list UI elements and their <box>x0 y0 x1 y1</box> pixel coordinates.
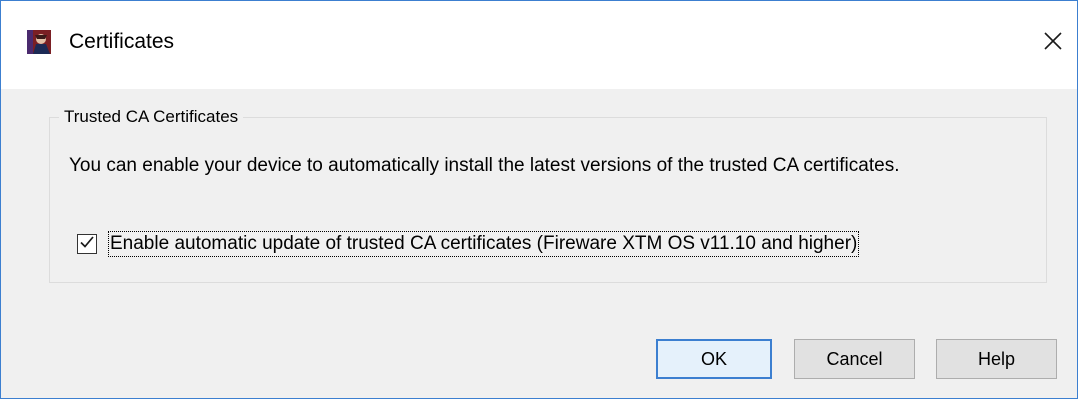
title-bar: Certificates <box>1 1 1077 89</box>
ok-button[interactable]: OK <box>656 339 772 379</box>
help-button[interactable]: Help <box>936 339 1057 379</box>
cancel-button[interactable]: Cancel <box>794 339 915 379</box>
certificates-dialog: Certificates Trusted CA Certificates You… <box>0 0 1078 399</box>
watchguard-app-icon <box>27 30 51 54</box>
close-button[interactable] <box>1031 19 1075 63</box>
group-legend: Trusted CA Certificates <box>59 106 244 128</box>
trusted-ca-groupbox <box>49 117 1047 283</box>
auto-update-checkbox[interactable] <box>77 234 97 254</box>
checkmark-icon <box>79 234 95 255</box>
auto-update-option[interactable]: Enable automatic update of trusted CA ce… <box>77 231 860 257</box>
window-title: Certificates <box>69 30 175 53</box>
description-text: You can enable your device to automatica… <box>69 155 900 176</box>
close-icon <box>1043 31 1063 51</box>
auto-update-label[interactable]: Enable automatic update of trusted CA ce… <box>107 231 860 257</box>
